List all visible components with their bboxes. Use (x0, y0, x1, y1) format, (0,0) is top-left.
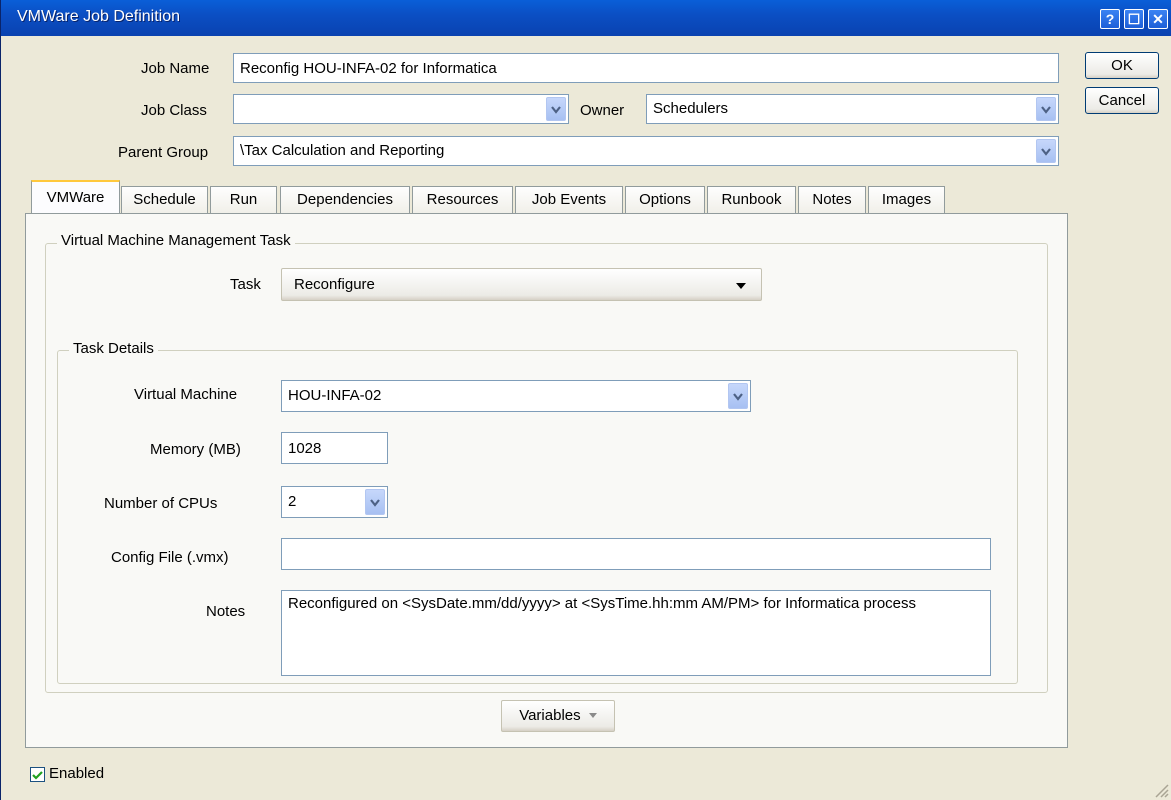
title-bar: VMWare Job Definition ? ☐ ✕ (1, 0, 1171, 36)
tab-notes[interactable]: Notes (798, 186, 866, 214)
tab-dependencies[interactable]: Dependencies (280, 186, 410, 214)
variables-button[interactable]: Variables (501, 700, 615, 732)
help-icon[interactable]: ? (1100, 9, 1120, 29)
memory-text[interactable] (288, 433, 381, 463)
cancel-button[interactable]: Cancel (1085, 87, 1159, 114)
task-label: Task (230, 276, 261, 293)
owner-dropdown-icon[interactable] (1036, 97, 1056, 121)
tab-vmware[interactable]: VMWare (31, 180, 120, 214)
task-select[interactable]: Reconfigure (281, 268, 762, 301)
config-file-text[interactable] (288, 539, 984, 569)
tab-job-events[interactable]: Job Events (515, 186, 623, 214)
parent-group-dropdown-icon[interactable] (1036, 139, 1056, 163)
job-class-select[interactable] (233, 94, 569, 124)
job-class-label: Job Class (141, 102, 207, 119)
enabled-checkbox[interactable] (30, 767, 45, 782)
virtual-machine-dropdown-icon[interactable] (728, 383, 748, 409)
maximize-icon[interactable]: ☐ (1124, 9, 1144, 29)
cpus-label: Number of CPUs (104, 495, 218, 512)
job-name-text[interactable] (240, 54, 1052, 82)
cpus-select[interactable]: 2 (281, 486, 388, 518)
enabled-label: Enabled (49, 765, 105, 782)
parent-group-label: Parent Group (118, 144, 209, 161)
memory-input[interactable] (281, 432, 388, 464)
variables-dropdown-icon (588, 713, 597, 719)
owner-select[interactable]: Schedulers (646, 94, 1059, 124)
tab-resources[interactable]: Resources (412, 186, 513, 214)
tab-runbook[interactable]: Runbook (707, 186, 796, 214)
tab-images[interactable]: Images (868, 186, 945, 214)
vm-management-task-title: Virtual Machine Management Task (57, 232, 295, 249)
ok-button[interactable]: OK (1085, 52, 1159, 79)
task-dropdown-icon[interactable] (735, 282, 747, 290)
vmware-job-definition-dialog: VMWare Job Definition ? ☐ ✕ Job Name Job… (0, 0, 1171, 800)
parent-group-select[interactable]: \Tax Calculation and Reporting (233, 136, 1059, 166)
job-name-input[interactable] (233, 53, 1059, 83)
memory-label: Memory (MB) (150, 441, 241, 458)
close-icon[interactable]: ✕ (1148, 9, 1168, 29)
virtual-machine-select[interactable]: HOU-INFA-02 (281, 380, 751, 412)
job-class-dropdown-icon[interactable] (546, 97, 566, 121)
config-file-input[interactable] (281, 538, 991, 570)
task-details-title: Task Details (69, 340, 158, 357)
tab-options[interactable]: Options (625, 186, 705, 214)
owner-label: Owner (580, 102, 625, 119)
job-name-label: Job Name (141, 60, 210, 77)
config-file-label: Config File (.vmx) (111, 549, 229, 566)
resize-grip-icon[interactable] (1153, 782, 1169, 798)
notes-label: Notes (206, 603, 246, 620)
checkmark-icon (32, 771, 43, 780)
tab-schedule[interactable]: Schedule (121, 186, 208, 214)
window-title: VMWare Job Definition (17, 8, 181, 25)
virtual-machine-label: Virtual Machine (134, 386, 238, 403)
cpus-dropdown-icon[interactable] (365, 489, 385, 515)
tab-run[interactable]: Run (210, 186, 277, 214)
notes-textarea[interactable]: Reconfigured on <SysDate.mm/dd/yyyy> at … (281, 590, 991, 676)
